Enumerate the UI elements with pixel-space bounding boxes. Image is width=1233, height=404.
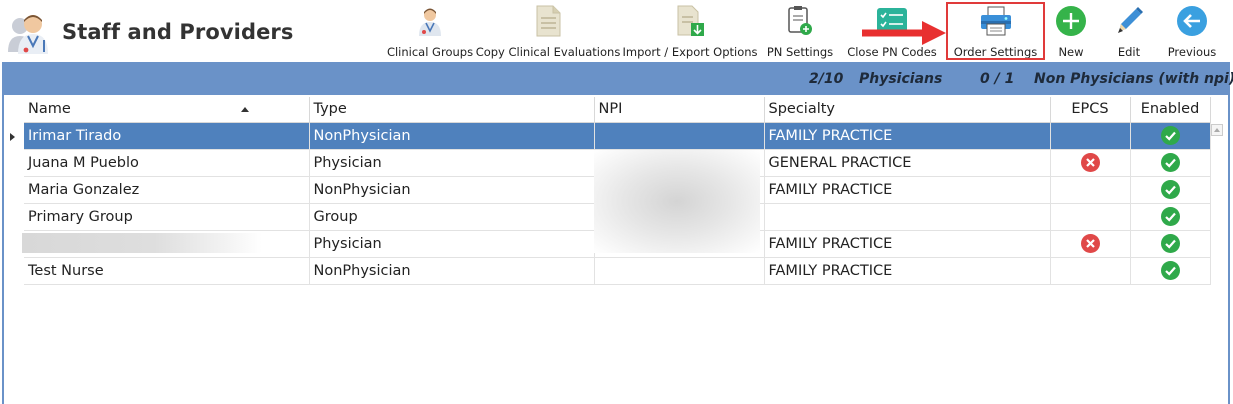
document-download-icon [673,4,707,38]
import-export-options-button[interactable]: Import / Export Options [622,4,758,60]
cell-type[interactable]: Physician [309,149,595,177]
column-header-type[interactable]: Type [309,97,595,123]
edit-button[interactable]: Edit [1108,4,1150,60]
cell-epcs[interactable] [1050,122,1131,150]
enabled-check-icon [1160,261,1180,280]
cell-epcs[interactable] [1050,230,1131,258]
doctor-icon [413,4,447,38]
copy-clinical-evaluations-button[interactable]: Copy Clinical Evaluations [476,4,620,60]
import-export-options-label: Import / Export Options [622,45,758,59]
physicians-label: Physicians [859,71,943,87]
column-header-enabled[interactable]: Enabled [1130,97,1211,123]
cell-epcs[interactable] [1050,149,1131,177]
previous-button[interactable]: Previous [1164,4,1220,60]
annotation-arrow-icon [862,21,946,45]
new-label: New [1058,45,1084,59]
cell-specialty[interactable]: FAMILY PRACTICE [764,122,1051,150]
sort-ascending-icon [240,106,249,112]
cell-enabled[interactable] [1130,203,1211,231]
cell-type[interactable]: Physician [309,230,595,258]
cell-specialty[interactable]: GENERAL PRACTICE [764,149,1051,177]
document-icon [531,4,565,38]
cell-specialty[interactable] [764,203,1051,231]
cell-specialty[interactable]: FAMILY PRACTICE [764,257,1051,285]
pn-settings-button[interactable]: PN Settings [764,4,836,60]
new-button[interactable]: New [1050,4,1092,60]
cell-enabled[interactable] [1130,230,1211,258]
copy-clinical-evaluations-label: Copy Clinical Evaluations [475,45,621,59]
table-header-row: Name Type NPI Specialty EPCS Enabled [24,97,1211,123]
enabled-check-icon [1160,126,1180,145]
column-header-epcs[interactable]: EPCS [1050,97,1131,123]
annotation-highlight-box [946,2,1045,60]
cell-name[interactable]: Maria Gonzalez [24,176,310,204]
cell-name[interactable]: Irimar Tirado [24,122,310,150]
enabled-check-icon [1160,180,1180,199]
staff-logo-icon [8,15,48,54]
table-row[interactable]: Test Nurse NonPhysician FAMILY PRACTICE [24,257,1211,285]
cell-type[interactable]: NonPhysician [309,257,595,285]
epcs-disabled-icon [1080,234,1100,253]
cell-npi[interactable] [594,122,765,150]
previous-label: Previous [1167,45,1217,59]
cell-enabled[interactable] [1130,149,1211,177]
cell-enabled[interactable] [1130,176,1211,204]
summary-bar: 2/10 Physicians 0 / 1 Non Physicians (wi… [2,62,1233,95]
non-physicians-label: Non Physicians (with npi) [1034,71,1233,87]
column-header-specialty[interactable]: Specialty [764,97,1051,123]
cell-epcs[interactable] [1050,257,1131,285]
cell-type[interactable]: Group [309,203,595,231]
physicians-count: 2/10 [809,71,844,87]
cell-npi[interactable] [594,257,765,285]
enabled-check-icon [1160,207,1180,226]
page-title: Staff and Providers [62,20,294,44]
column-header-name[interactable]: Name [24,97,310,123]
cell-type[interactable]: NonPhysician [309,122,595,150]
cell-name[interactable]: Primary Group [24,203,310,231]
enabled-check-icon [1160,153,1180,172]
redacted-npi-area [594,150,760,253]
pencil-icon [1112,4,1146,38]
cell-enabled[interactable] [1130,257,1211,285]
cell-name[interactable]: Test Nurse [24,257,310,285]
plus-circle-icon [1054,4,1088,38]
clinical-groups-button[interactable]: Clinical Groups [386,4,474,60]
column-header-npi[interactable]: NPI [594,97,765,123]
table-row[interactable]: Irimar Tirado NonPhysician FAMILY PRACTICE [24,122,1211,150]
non-physicians-count: 0 / 1 [980,71,1015,87]
cell-specialty[interactable]: FAMILY PRACTICE [764,176,1051,204]
enabled-check-icon [1160,234,1180,253]
cell-specialty[interactable]: FAMILY PRACTICE [764,230,1051,258]
cell-epcs[interactable] [1050,203,1131,231]
redacted-name-area [22,233,262,253]
current-row-indicator-icon [10,133,15,141]
epcs-disabled-icon [1080,153,1100,172]
cell-name[interactable]: Juana M Pueblo [24,149,310,177]
edit-label: Edit [1117,45,1141,59]
clipboard-add-icon [783,4,817,38]
clinical-groups-label: Clinical Groups [386,45,474,59]
pn-settings-label: PN Settings [766,45,834,59]
arrow-left-circle-icon [1175,4,1209,38]
scroll-up-button[interactable] [1211,124,1223,136]
cell-enabled[interactable] [1130,122,1211,150]
cell-type[interactable]: NonPhysician [309,176,595,204]
cell-epcs[interactable] [1050,176,1131,204]
